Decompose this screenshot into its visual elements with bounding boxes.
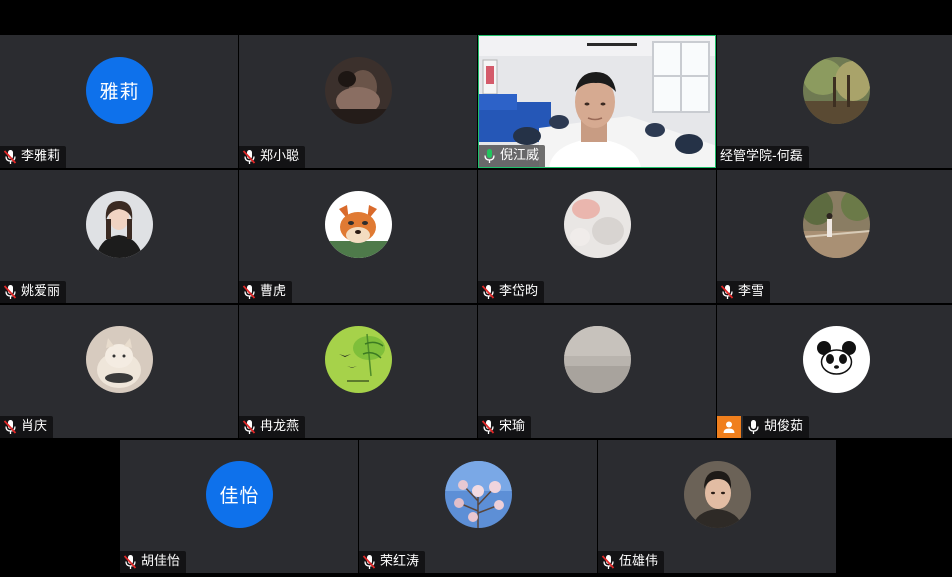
avatar — [325, 326, 392, 393]
participant-name: 李雪 — [738, 284, 765, 299]
participant-tile-yao-aili[interactable]: 姚爱丽 — [0, 170, 238, 303]
avatar — [684, 461, 751, 528]
participant-tile-he-lei[interactable]: 经管学院-何磊 — [717, 35, 952, 168]
participant-name: 肖庆 — [21, 419, 48, 434]
name-label: 李雅莉 — [0, 146, 67, 168]
participant-name: 冉龙燕 — [260, 419, 300, 434]
avatar — [803, 191, 870, 258]
participant-tile-wu-xiongwei[interactable]: 伍雄伟 — [598, 440, 836, 573]
mic-muted-icon — [3, 284, 17, 300]
avatar — [86, 326, 153, 393]
participant-tile-xiao-qing[interactable]: 肖庆 — [0, 305, 238, 438]
participant-name: 宋瑜 — [499, 419, 526, 434]
mic-muted-icon — [242, 149, 256, 165]
name-label: 倪江威 — [479, 145, 546, 167]
avatar — [803, 326, 870, 393]
avatar — [325, 57, 392, 124]
avatar — [325, 191, 392, 258]
name-label: 胡佳怡 — [120, 551, 187, 573]
mic-active-icon — [482, 148, 496, 164]
avatar: 雅莉 — [86, 57, 153, 124]
participant-name: 伍雄伟 — [619, 554, 659, 569]
mic-muted-icon — [242, 284, 256, 300]
name-label: 李岱昀 — [478, 281, 545, 303]
participant-name: 李雅莉 — [21, 149, 61, 164]
avatar — [803, 57, 870, 124]
participant-tile-li-xue[interactable]: 李雪 — [717, 170, 952, 303]
mic-muted-icon — [123, 554, 137, 570]
mic-muted-icon — [481, 284, 495, 300]
mic-icon — [746, 419, 760, 435]
name-label: 郑小聪 — [239, 146, 306, 168]
mic-muted-icon — [362, 554, 376, 570]
participant-name: 荣红涛 — [380, 554, 420, 569]
name-label: 曹虎 — [239, 281, 293, 303]
name-label: 胡俊茹 — [743, 416, 810, 438]
participant-tile-hu-junru[interactable]: 胡俊茹 — [717, 305, 952, 438]
avatar: 佳怡 — [206, 461, 273, 528]
name-label: 宋瑜 — [478, 416, 532, 438]
participant-tile-ni-jiangwei[interactable]: 倪江威 — [478, 35, 716, 168]
avatar — [564, 191, 631, 258]
participant-name: 姚爱丽 — [21, 284, 61, 299]
name-label: 姚爱丽 — [0, 281, 67, 303]
participant-name: 胡佳怡 — [141, 554, 181, 569]
participant-tile-song-yu[interactable]: 宋瑜 — [478, 305, 716, 438]
participant-name: 经管学院-何磊 — [720, 149, 803, 164]
participant-name: 胡俊茹 — [764, 419, 804, 434]
participant-tile-rong-hongtao[interactable]: 荣红涛 — [359, 440, 597, 573]
mic-muted-icon — [3, 419, 17, 435]
participant-tile-zheng-xiaocong[interactable]: 郑小聪 — [239, 35, 477, 168]
avatar — [564, 326, 631, 393]
participant-tile-cao-hu[interactable]: 曹虎 — [239, 170, 477, 303]
name-label: 荣红涛 — [359, 551, 426, 573]
person-icon — [717, 416, 741, 438]
mic-muted-icon — [720, 284, 734, 300]
participant-tile-li-yali[interactable]: 雅莉 李雅莉 — [0, 35, 238, 168]
participant-name: 曹虎 — [260, 284, 287, 299]
participant-tile-hu-jiayi[interactable]: 佳怡 胡佳怡 — [120, 440, 358, 573]
avatar — [86, 191, 153, 258]
participant-name: 郑小聪 — [260, 149, 300, 164]
name-label: 冉龙燕 — [239, 416, 306, 438]
avatar — [445, 461, 512, 528]
name-label: 经管学院-何磊 — [717, 146, 809, 168]
name-label: 肖庆 — [0, 416, 54, 438]
name-label: 伍雄伟 — [598, 551, 665, 573]
participant-tile-ran-longyan[interactable]: 冉龙燕 — [239, 305, 477, 438]
mic-muted-icon — [242, 419, 256, 435]
mic-muted-icon — [3, 149, 17, 165]
participant-tile-li-daiyun[interactable]: 李岱昀 — [478, 170, 716, 303]
participant-name: 李岱昀 — [499, 284, 539, 299]
mic-muted-icon — [481, 419, 495, 435]
name-label: 李雪 — [717, 281, 771, 303]
participant-name: 倪江威 — [500, 148, 540, 163]
mic-muted-icon — [601, 554, 615, 570]
